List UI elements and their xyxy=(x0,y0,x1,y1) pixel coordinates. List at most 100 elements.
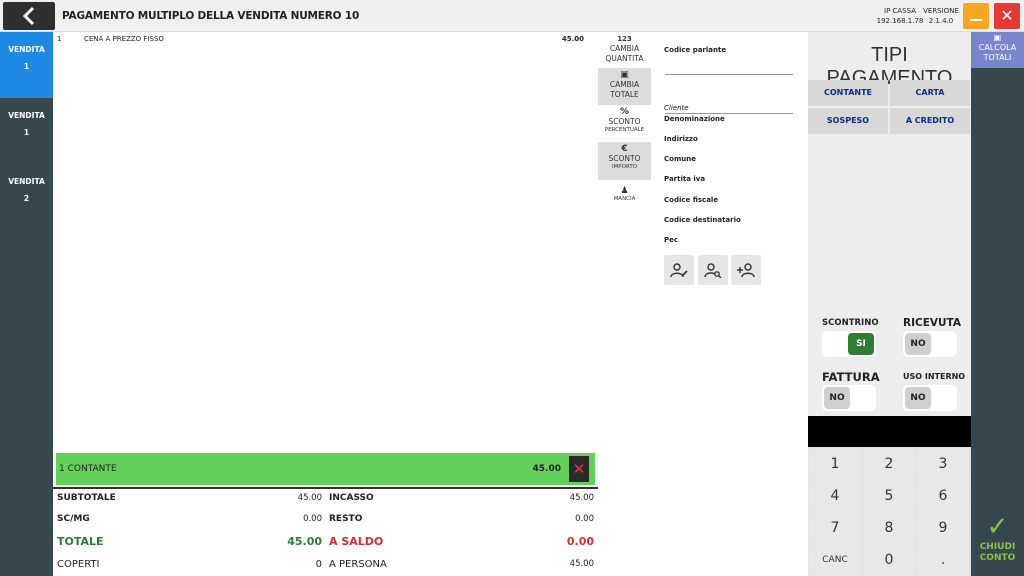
remove-payment-button[interactable]: ✕ xyxy=(569,456,589,482)
key-7[interactable]: 7 xyxy=(809,513,861,543)
carta-button[interactable]: CARTA xyxy=(890,80,970,106)
mancia-button[interactable]: ♟ MANCIA xyxy=(598,184,651,210)
payment-line-label: 1 CONTANTE xyxy=(59,464,117,474)
key-9[interactable]: 9 xyxy=(917,513,969,543)
close-icon: ✕ xyxy=(1000,6,1014,25)
key-canc[interactable]: CANC xyxy=(809,545,861,575)
item-price: 45.00 xyxy=(561,35,584,43)
version-info: VERSIONE 2.1.4.0 xyxy=(920,6,962,26)
close-button[interactable]: ✕ xyxy=(994,3,1020,29)
toggle-knob: SI xyxy=(848,333,874,355)
add-customer-button[interactable] xyxy=(731,255,761,285)
key-2[interactable]: 2 xyxy=(863,449,915,479)
ricevuta-toggle[interactable]: NO xyxy=(903,331,957,357)
key-6[interactable]: 6 xyxy=(917,481,969,511)
sales-sidebar: VENDITA 1 VENDITA 1 VENDITA 2 xyxy=(0,32,53,576)
a-credito-button[interactable]: A CREDITO xyxy=(890,108,970,134)
sale-tab-label: VENDITA xyxy=(8,177,45,186)
key-1[interactable]: 1 xyxy=(809,449,861,479)
cliente-section-label: Cliente xyxy=(664,104,689,112)
checkmark-icon: ✓ xyxy=(986,512,1009,542)
indirizzo-label: Indirizzo xyxy=(664,135,698,143)
back-button[interactable] xyxy=(3,2,55,30)
scmg-label: SC/MG xyxy=(57,514,90,524)
totals-row-totale: TOTALE 45.00 A SALDO 0.00 xyxy=(53,535,598,555)
fattura-label: FATTURA xyxy=(822,370,880,384)
edit-customer-button[interactable] xyxy=(664,255,694,285)
key-3[interactable]: 3 xyxy=(917,449,969,479)
calcola-totali-button[interactable]: ▣ CALCOLA TOTALI xyxy=(971,32,1024,68)
action-label: CAMBIA xyxy=(609,44,640,53)
sale-tab-number: 1 xyxy=(23,128,30,137)
saldo-label: A SALDO xyxy=(329,535,384,548)
payment-line-amount: 45.00 xyxy=(532,464,561,474)
comune-label: Comune xyxy=(664,155,696,163)
tip-hand-icon: ♟ xyxy=(620,186,629,196)
coperti-label: COPERTI xyxy=(57,559,100,570)
banknote-icon: ▣ xyxy=(993,33,1002,42)
chiudi-label: CHIUDI xyxy=(979,542,1016,552)
chevron-left-icon xyxy=(22,6,35,26)
saldo-value: 0.00 xyxy=(566,535,594,548)
codice-parlante-label: Codice parlante xyxy=(664,46,727,54)
incasso-value: 45.00 xyxy=(569,493,594,503)
uso-interno-toggle[interactable]: NO xyxy=(903,385,957,411)
persona-label: A PERSONA xyxy=(329,559,387,570)
scontrino-label: SCONTRINO xyxy=(822,318,879,328)
divider xyxy=(665,113,793,114)
scontrino-toggle[interactable]: SI xyxy=(822,331,876,357)
incasso-label: INCASSO xyxy=(329,493,374,503)
action-sublabel: IMPORTO xyxy=(611,164,638,170)
ricevuta-label: RICEVUTA xyxy=(903,317,961,329)
action-label: SCONTO xyxy=(608,154,641,163)
cambia-totale-button[interactable]: ▣ CAMBIA TOTALE xyxy=(598,68,651,105)
subtotale-value: 45.00 xyxy=(297,493,322,503)
sidebar-sale-tab-1[interactable]: VENDITA 1 xyxy=(0,32,53,98)
key-decimal[interactable]: . xyxy=(917,545,969,575)
codice-parlante-input[interactable] xyxy=(665,74,793,75)
right-column: ▣ CALCOLA TOTALI ✓ CHIUDI CONTO xyxy=(971,32,1024,576)
action-label: QUANTITA xyxy=(605,54,644,63)
action-sublabel: MANCIA xyxy=(613,196,636,202)
totals-panel: SUBTOTALE 45.00 INCASSO 45.00 SC/MG 0.00… xyxy=(53,487,598,576)
totals-row-scmg: SC/MG 0.00 RESTO 0.00 xyxy=(53,514,598,534)
action-label: SCONTO xyxy=(608,117,641,126)
payment-line[interactable]: 1 CONTANTE 45.00 ✕ xyxy=(56,453,595,485)
totals-row-coperti: COPERTI 0 A PERSONA 45.00 xyxy=(53,559,598,576)
key-8[interactable]: 8 xyxy=(863,513,915,543)
close-icon: ✕ xyxy=(572,460,586,478)
totals-row-subtotale: SUBTOTALE 45.00 INCASSO 45.00 xyxy=(53,493,598,513)
user-search-icon xyxy=(704,263,722,278)
sconto-importo-button[interactable]: € SCONTO IMPORTO xyxy=(598,142,651,180)
percent-icon: % xyxy=(619,107,630,117)
totali-label: TOTALI xyxy=(983,53,1012,62)
key-4[interactable]: 4 xyxy=(809,481,861,511)
sospeso-button[interactable]: SOSPESO xyxy=(808,108,888,134)
contante-button[interactable]: CONTANTE xyxy=(808,80,888,106)
chiudi-conto-button[interactable]: ✓ CHIUDI CONTO xyxy=(971,512,1024,576)
list-item[interactable]: 1 CENA A PREZZO FISSO 45.00 xyxy=(53,34,598,46)
sconto-percentuale-button[interactable]: % SCONTO PERCENTUALE xyxy=(598,105,651,142)
amount-display xyxy=(808,416,971,447)
numeric-keypad: 1 2 3 4 5 6 7 8 9 CANC 0 . xyxy=(808,447,971,576)
coperti-value: 0 xyxy=(315,559,322,570)
scmg-value: 0.00 xyxy=(303,514,322,524)
page-title: PAGAMENTO MULTIPLO DELLA VENDITA NUMERO … xyxy=(62,10,360,22)
version-value: 2.1.4.0 xyxy=(928,17,954,25)
cambia-quantita-button[interactable]: 123 CAMBIA QUANTITA xyxy=(598,32,651,68)
sale-tab-label: VENDITA xyxy=(8,111,45,120)
key-5[interactable]: 5 xyxy=(863,481,915,511)
action-label: CAMBIA xyxy=(609,80,640,89)
codice-destinatario-label: Codice destinatario xyxy=(664,216,741,224)
minimize-button[interactable] xyxy=(963,3,989,29)
fattura-toggle[interactable]: NO xyxy=(822,385,876,411)
payment-types-panel: TIPI PAGAMENTO CONTANTE CARTA SOSPESO A … xyxy=(808,32,971,416)
sidebar-sale-tab-3[interactable]: VENDITA 2 xyxy=(0,164,53,230)
toggle-knob: NO xyxy=(905,333,931,355)
subtotale-label: SUBTOTALE xyxy=(57,493,116,503)
search-customer-button[interactable] xyxy=(698,255,728,285)
key-0[interactable]: 0 xyxy=(863,545,915,575)
totale-value: 45.00 xyxy=(287,535,322,548)
sidebar-sale-tab-2[interactable]: VENDITA 1 xyxy=(0,98,53,164)
resto-value: 0.00 xyxy=(575,514,594,524)
